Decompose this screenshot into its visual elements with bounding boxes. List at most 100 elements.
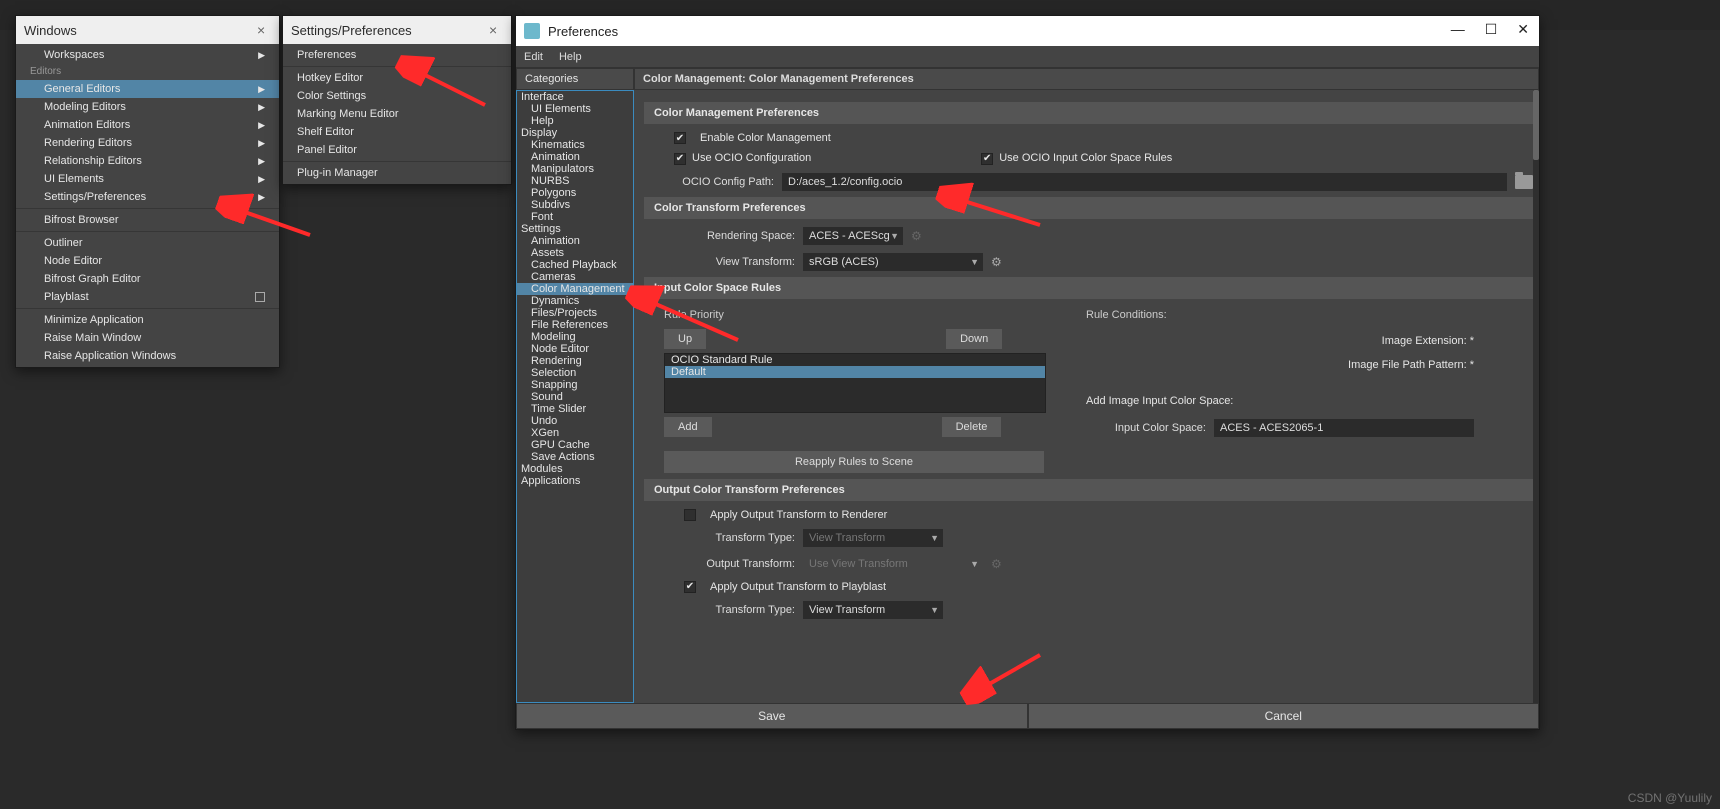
tf-type-dropdown-2[interactable]: View Transform▼	[803, 601, 943, 619]
category-item[interactable]: Files/Projects	[517, 307, 633, 319]
reapply-button[interactable]: Reapply Rules to Scene	[664, 451, 1044, 473]
scrollbar-thumb[interactable]	[1533, 90, 1539, 160]
category-item[interactable]: Sound	[517, 391, 633, 403]
chevron-right-icon: ▶	[258, 116, 265, 134]
gear-icon[interactable]: ⚙	[911, 229, 922, 243]
input-cs-dropdown[interactable]: ACES - ACES2065-1	[1214, 419, 1474, 437]
category-item[interactable]: Font	[517, 211, 633, 223]
category-item[interactable]: Modules	[517, 463, 633, 475]
category-item[interactable]: NURBS	[517, 175, 633, 187]
menu-modeling-editors[interactable]: Modeling Editors▶	[16, 98, 279, 116]
category-item[interactable]: Node Editor	[517, 343, 633, 355]
category-item[interactable]: Cached Playback	[517, 259, 633, 271]
category-item[interactable]: Subdivs	[517, 199, 633, 211]
menu-node-editor[interactable]: Node Editor	[16, 252, 279, 270]
category-item[interactable]: Cameras	[517, 271, 633, 283]
submenu-panel[interactable]: Panel Editor	[283, 141, 511, 159]
categories-list[interactable]: InterfaceUI ElementsHelpDisplayKinematic…	[516, 90, 634, 703]
category-item[interactable]: Undo	[517, 415, 633, 427]
delete-button[interactable]: Delete	[942, 417, 1002, 437]
rules-listbox[interactable]: OCIO Standard Rule Default	[664, 353, 1046, 413]
category-item[interactable]: File References	[517, 319, 633, 331]
checkbox-enable-cm[interactable]: ✔	[674, 132, 686, 144]
submenu-shelf[interactable]: Shelf Editor	[283, 123, 511, 141]
menu-rendering-editors[interactable]: Rendering Editors▶	[16, 134, 279, 152]
ocio-path-input[interactable]	[782, 173, 1507, 191]
submenu-plugin[interactable]: Plug-in Manager	[283, 164, 511, 182]
menu-raise-all[interactable]: Raise Application Windows	[16, 347, 279, 365]
settings-title: Settings/Preferences ×	[283, 16, 511, 44]
category-item[interactable]: UI Elements	[517, 103, 633, 115]
save-button[interactable]: Save	[516, 703, 1028, 729]
category-item[interactable]: Selection	[517, 367, 633, 379]
rule-item[interactable]: OCIO Standard Rule	[665, 354, 1045, 366]
browse-folder-icon[interactable]	[1515, 175, 1533, 189]
render-space-label: Rendering Space:	[644, 230, 795, 242]
menu-relationship-editors[interactable]: Relationship Editors▶	[16, 152, 279, 170]
down-button[interactable]: Down	[946, 329, 1002, 349]
submenu-preferences[interactable]: Preferences	[283, 46, 511, 64]
chevron-right-icon: ▶	[258, 46, 265, 64]
category-item[interactable]: Help	[517, 115, 633, 127]
category-item[interactable]: Animation	[517, 235, 633, 247]
menu-workspaces[interactable]: Workspaces▶	[16, 46, 279, 64]
view-tf-dropdown[interactable]: sRGB (ACES)▼	[803, 253, 983, 271]
category-item[interactable]: Assets	[517, 247, 633, 259]
menu-settings-prefs[interactable]: Settings/Preferences▶	[16, 188, 279, 206]
category-item[interactable]: Time Slider	[517, 403, 633, 415]
menu-general-editors[interactable]: General Editors▶	[16, 80, 279, 98]
category-item[interactable]: Snapping	[517, 379, 633, 391]
label-use-rules: Use OCIO Input Color Space Rules	[999, 152, 1172, 164]
close-icon[interactable]: ×	[257, 22, 273, 38]
add-button[interactable]: Add	[664, 417, 712, 437]
menu-ui-elements[interactable]: UI Elements▶	[16, 170, 279, 188]
menu-edit[interactable]: Edit	[524, 51, 543, 63]
menu-bifrost-browser[interactable]: Bifrost Browser	[16, 211, 279, 229]
submenu-hotkey[interactable]: Hotkey Editor	[283, 69, 511, 87]
category-item[interactable]: Dynamics	[517, 295, 633, 307]
prefs-titlebar: Preferences — ☐ ✕	[516, 16, 1539, 46]
submenu-colors[interactable]: Color Settings	[283, 87, 511, 105]
category-item[interactable]: GPU Cache	[517, 439, 633, 451]
chevron-down-icon: ▼	[930, 533, 939, 543]
category-item[interactable]: Display	[517, 127, 633, 139]
menu-outliner[interactable]: Outliner	[16, 234, 279, 252]
minimize-icon[interactable]: —	[1451, 21, 1465, 38]
category-item[interactable]: XGen	[517, 427, 633, 439]
category-item[interactable]: Modeling	[517, 331, 633, 343]
category-item[interactable]: Applications	[517, 475, 633, 487]
category-item[interactable]: Color Management	[517, 283, 633, 295]
menu-help[interactable]: Help	[559, 51, 582, 63]
menu-minimize[interactable]: Minimize Application	[16, 311, 279, 329]
category-item[interactable]: Animation	[517, 151, 633, 163]
checkbox-apply-renderer[interactable]	[684, 509, 696, 521]
category-item[interactable]: Settings	[517, 223, 633, 235]
gear-icon[interactable]: ⚙	[991, 255, 1002, 269]
category-item[interactable]: Polygons	[517, 187, 633, 199]
category-item[interactable]: Save Actions	[517, 451, 633, 463]
submenu-marking[interactable]: Marking Menu Editor	[283, 105, 511, 123]
close-icon[interactable]: ✕	[1517, 21, 1529, 38]
menu-bifrost-graph[interactable]: Bifrost Graph Editor	[16, 270, 279, 288]
section-rules: Input Color Space Rules	[644, 277, 1533, 299]
category-item[interactable]: Kinematics	[517, 139, 633, 151]
category-item[interactable]: Manipulators	[517, 163, 633, 175]
category-item[interactable]: Interface	[517, 91, 633, 103]
option-box-icon[interactable]	[255, 292, 265, 302]
rule-cond-label: Rule Conditions:	[1086, 309, 1474, 321]
scrollbar[interactable]	[1533, 90, 1539, 703]
menu-raise-main[interactable]: Raise Main Window	[16, 329, 279, 347]
maximize-icon[interactable]: ☐	[1485, 21, 1498, 38]
close-icon[interactable]: ×	[489, 22, 505, 38]
checkbox-use-ocio[interactable]: ✔	[674, 153, 686, 165]
checkbox-use-rules[interactable]: ✔	[981, 153, 993, 165]
menu-animation-editors[interactable]: Animation Editors▶	[16, 116, 279, 134]
render-space-dropdown[interactable]: ACES - ACEScg▼	[803, 227, 903, 245]
gear-icon[interactable]: ⚙	[991, 557, 1002, 571]
menu-playblast[interactable]: Playblast	[16, 288, 279, 306]
up-button[interactable]: Up	[664, 329, 706, 349]
checkbox-apply-playblast[interactable]: ✔	[684, 581, 696, 593]
cancel-button[interactable]: Cancel	[1028, 703, 1540, 729]
category-item[interactable]: Rendering	[517, 355, 633, 367]
rule-item[interactable]: Default	[665, 366, 1045, 378]
